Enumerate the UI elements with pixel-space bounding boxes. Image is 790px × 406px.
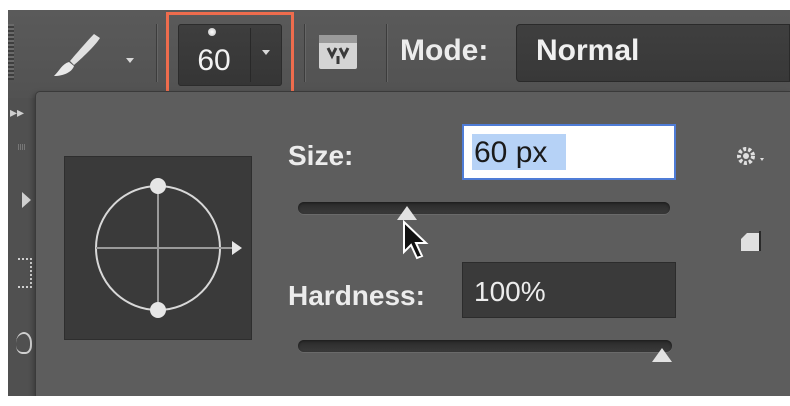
- new-preset-icon[interactable]: [738, 228, 764, 254]
- lasso-tool-icon[interactable]: [16, 332, 32, 354]
- screenshot-border-top: [0, 0, 790, 10]
- marquee-tool-icon[interactable]: [18, 258, 32, 288]
- size-slider-track[interactable]: [298, 202, 670, 214]
- toolbar-separator: [304, 24, 305, 82]
- brush-tip-preview-icon[interactable]: [64, 156, 252, 340]
- size-slider-thumb[interactable]: [396, 206, 417, 220]
- screenshot-border-bottom: [0, 396, 790, 406]
- options-bar-grip[interactable]: [8, 24, 14, 80]
- hardness-label: Hardness:: [288, 280, 425, 311]
- toolbar-separator: [156, 24, 157, 82]
- brush-icon[interactable]: [48, 30, 108, 80]
- mode-value: Normal: [536, 34, 640, 67]
- move-tool-icon[interactable]: [22, 192, 31, 208]
- hardness-slider-track[interactable]: [298, 340, 672, 352]
- brush-panel-toggle-icon[interactable]: [316, 32, 360, 72]
- gear-icon[interactable]: [734, 144, 768, 170]
- highlight-outline: [166, 12, 294, 100]
- tools-grip[interactable]: [18, 144, 26, 150]
- screenshot-border-left: [0, 0, 8, 406]
- hardness-value: 100%: [474, 276, 546, 307]
- tool-preset-caret-icon[interactable]: [126, 58, 134, 63]
- size-label: Size:: [288, 140, 354, 171]
- hardness-slider-thumb[interactable]: [652, 348, 672, 362]
- mouse-pointer-icon: [403, 220, 429, 260]
- size-value: 60 px: [474, 136, 548, 169]
- mode-label: Mode:: [400, 34, 489, 67]
- collapse-panel-icon[interactable]: ▸▸: [10, 104, 24, 121]
- toolbar-separator: [386, 24, 387, 82]
